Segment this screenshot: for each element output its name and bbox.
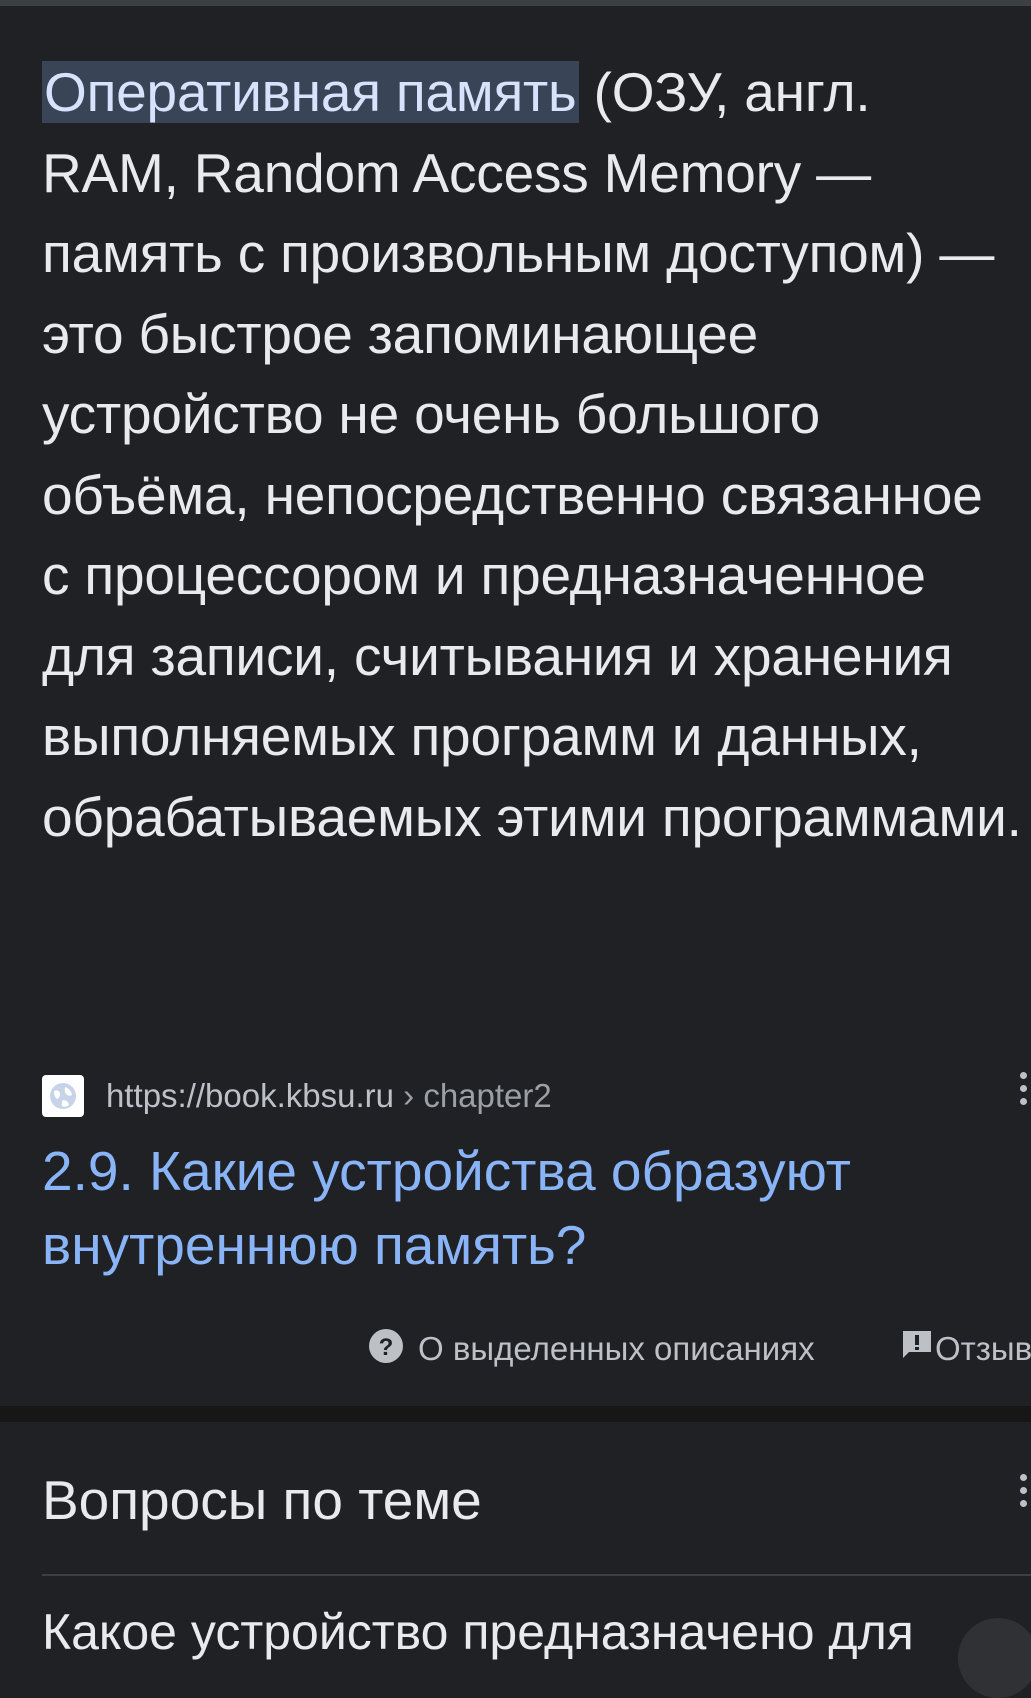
about-snippets-link[interactable]: О выделенных описаниях — [418, 1330, 815, 1368]
related-questions: Вопросы по теме Какое устройство предназ… — [0, 1422, 1031, 1698]
featured-snippet: Оперативная память (ОЗУ, англ. RAM, Rand… — [0, 6, 1031, 1406]
globe-icon — [42, 1075, 84, 1117]
snippet-body: (ОЗУ, англ. RAM, Random Access Memory — … — [42, 61, 1022, 848]
section-divider — [0, 1406, 1031, 1422]
svg-text:?: ? — [379, 1334, 394, 1361]
source-url[interactable]: https://book.kbsu.ru › chapter2 — [106, 1077, 552, 1115]
snippet-footer: ? О выделенных описаниях Отзыв — [0, 1324, 1031, 1374]
snippet-highlight: Оперативная память — [42, 61, 579, 123]
source-row[interactable]: https://book.kbsu.ru › chapter2 — [42, 1073, 1022, 1117]
divider — [42, 1574, 1031, 1576]
result-title-link[interactable]: 2.9. Какие устройства образуют внутренню… — [42, 1134, 1002, 1282]
question-item[interactable]: Какое устройство предназначено для — [42, 1602, 942, 1662]
more-options-icon[interactable] — [1020, 1474, 1030, 1514]
help-icon[interactable]: ? — [368, 1328, 404, 1364]
snippet-text: Оперативная память (ОЗУ, англ. RAM, Rand… — [42, 52, 1022, 857]
feedback-icon[interactable] — [900, 1328, 934, 1362]
source-domain: https://book.kbsu.ru — [106, 1077, 394, 1114]
feedback-link[interactable]: Отзыв — [935, 1330, 1031, 1368]
source-breadcrumb: › chapter2 — [394, 1077, 552, 1114]
more-options-icon[interactable] — [1020, 1072, 1030, 1112]
expand-button[interactable] — [958, 1618, 1031, 1698]
related-questions-title: Вопросы по теме — [42, 1469, 482, 1531]
